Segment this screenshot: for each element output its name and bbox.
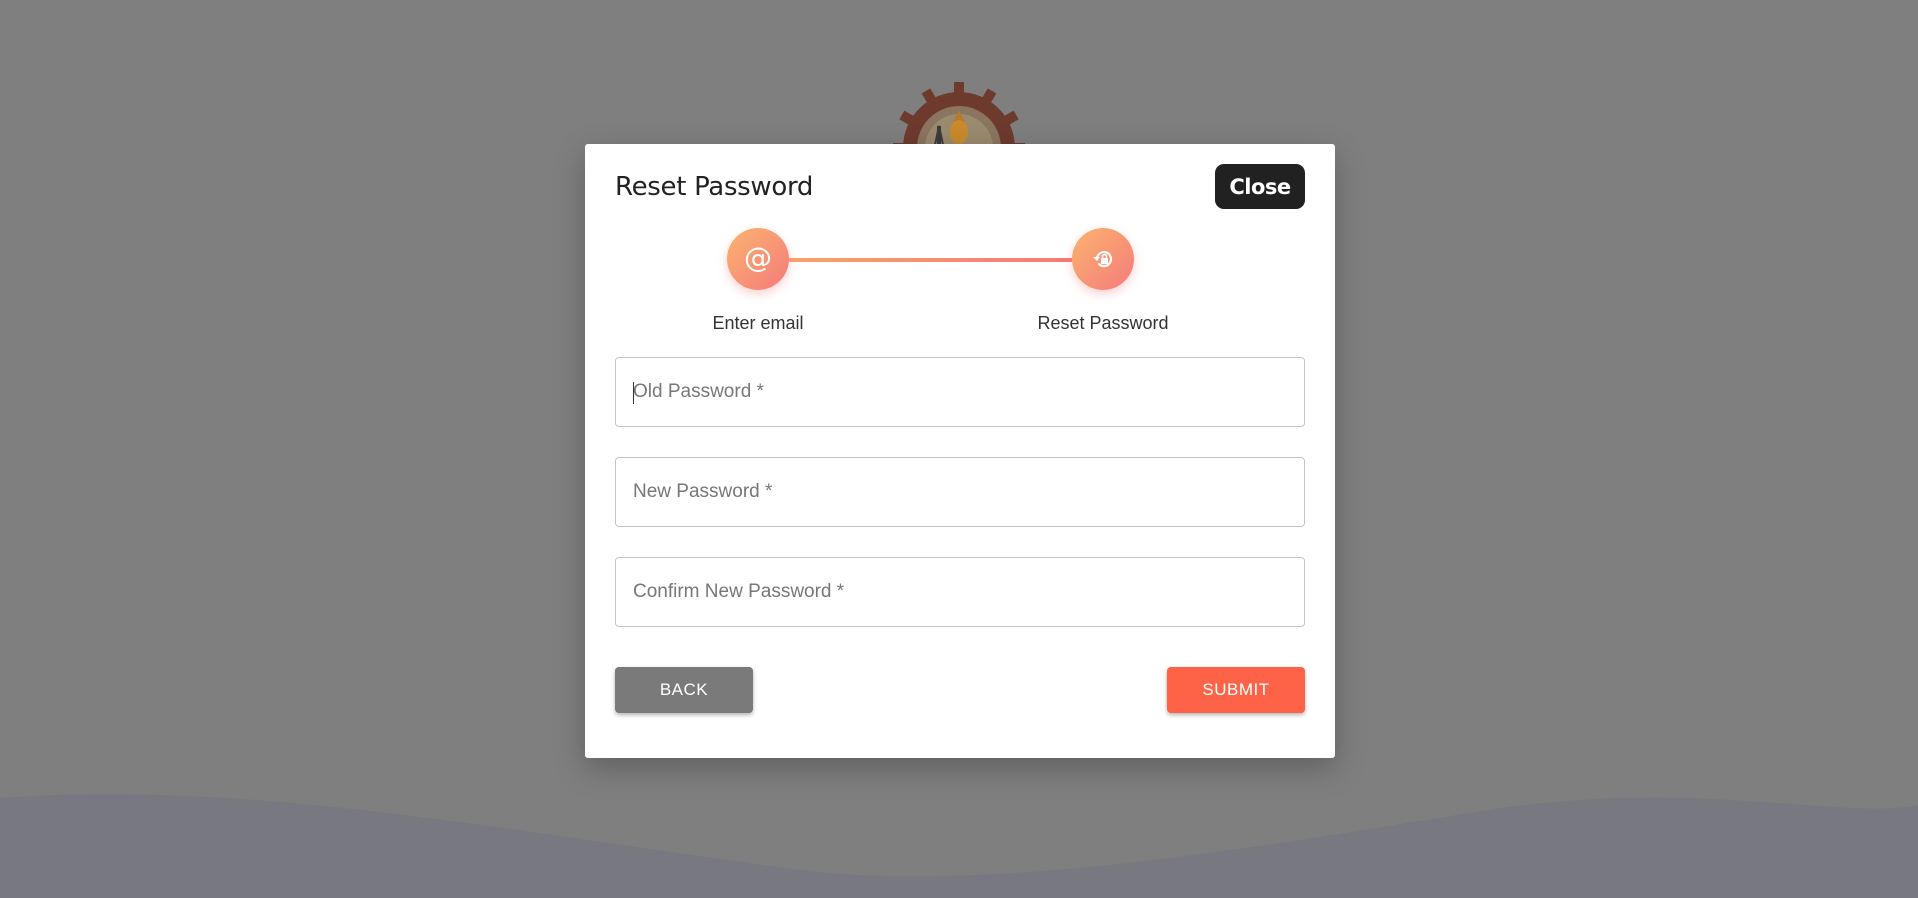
text-caret [633,382,634,404]
close-button[interactable]: Close [1215,164,1305,209]
confirm-password-input[interactable] [616,558,1304,626]
new-password-field [615,457,1305,527]
step-1-circle: @ [727,228,789,290]
new-password-input[interactable] [616,458,1304,526]
dialog-title: Reset Password [615,172,814,202]
step-2-circle [1072,228,1134,290]
old-password-input[interactable] [616,358,1304,426]
step-reset-password: Reset Password [1023,228,1183,334]
confirm-password-field [615,557,1305,627]
submit-button[interactable]: SUBMIT [1167,667,1305,713]
step-2-label: Reset Password [1037,313,1169,333]
old-password-field [615,357,1305,427]
step-1-label: Enter email [712,313,804,333]
at-sign-icon: @ [744,241,772,274]
background-wave [0,794,1918,898]
lock-reset-icon [1093,251,1113,268]
progress-stepper: @ Enter email Reset Password [585,228,1335,338]
step-enter-email: @ Enter email [678,228,838,334]
back-button[interactable]: BACK [615,667,753,713]
reset-password-dialog: Reset Password Close @ Enter email Reset… [585,144,1335,758]
